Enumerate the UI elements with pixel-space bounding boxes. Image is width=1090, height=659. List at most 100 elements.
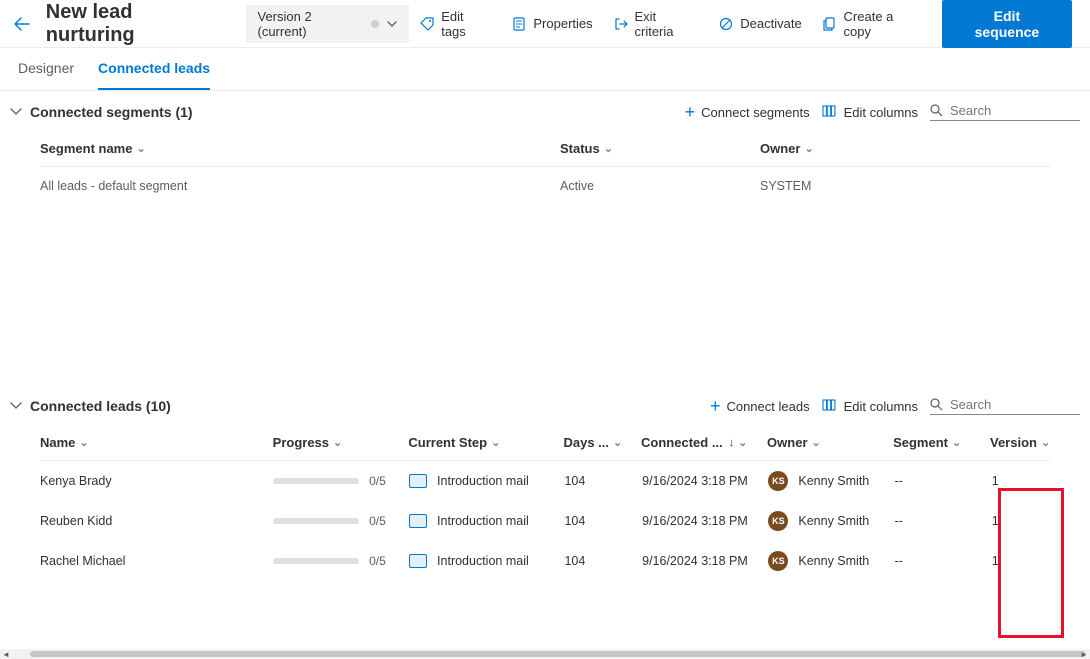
chevron-down-icon: ⌄ xyxy=(952,436,961,449)
col-version[interactable]: Version⌄ xyxy=(990,435,1050,450)
connect-segments-button[interactable]: + Connect segments xyxy=(685,103,810,121)
col-owner[interactable]: Owner⌄ xyxy=(760,141,960,156)
chevron-down-icon: ⌄ xyxy=(613,436,622,449)
col-owner[interactable]: Owner⌄ xyxy=(767,435,893,450)
mail-icon xyxy=(409,474,427,488)
col-name[interactable]: Name⌄ xyxy=(40,435,273,450)
col-segment[interactable]: Segment⌄ xyxy=(893,435,990,450)
progress-bar xyxy=(273,518,359,524)
edit-sequence-button[interactable]: Edit sequence xyxy=(942,0,1072,48)
sort-desc-icon: ↓ xyxy=(729,437,735,449)
document-icon xyxy=(511,16,527,32)
connect-leads-button[interactable]: + Connect leads xyxy=(710,397,810,415)
columns-icon xyxy=(822,104,838,120)
tag-icon xyxy=(419,16,435,32)
col-segment-name[interactable]: Segment name⌄ xyxy=(40,141,560,156)
copy-icon xyxy=(822,16,838,32)
col-progress[interactable]: Progress⌄ xyxy=(273,435,409,450)
table-row[interactable]: All leads - default segment Active SYSTE… xyxy=(40,167,1050,205)
table-row[interactable]: Reuben Kidd 0/5 Introduction mail 104 9/… xyxy=(40,501,1050,541)
cell-owner: KSKenny Smith xyxy=(768,471,894,491)
columns-icon xyxy=(822,398,838,414)
cell-owner: KSKenny Smith xyxy=(768,511,894,531)
leads-header: Connected leads (10) + Connect leads Edi… xyxy=(0,385,1090,425)
cell-connected: 9/16/2024 3:18 PM xyxy=(642,514,768,528)
chevron-down-icon: ⌄ xyxy=(333,436,342,449)
cell-name: Kenya Brady xyxy=(40,474,273,488)
chevron-down-icon: ⌄ xyxy=(136,142,145,155)
scroll-right-arrow-icon[interactable]: ► xyxy=(1078,649,1090,659)
arrow-left-icon xyxy=(14,16,30,32)
segments-search-input[interactable] xyxy=(950,103,1070,118)
cell-segment: -- xyxy=(895,514,992,528)
segments-table: Segment name⌄ Status⌄ Owner⌄ All leads -… xyxy=(0,131,1090,205)
deactivate-button[interactable]: Deactivate xyxy=(708,10,811,38)
exit-icon xyxy=(613,16,629,32)
segments-search[interactable] xyxy=(930,103,1080,121)
segments-title: Connected segments (1) xyxy=(30,104,193,120)
leads-search-input[interactable] xyxy=(950,397,1070,412)
cell-version: 1 xyxy=(992,514,1050,528)
search-icon xyxy=(930,398,944,412)
version-label: Version 2 (current) xyxy=(258,9,364,39)
back-button[interactable] xyxy=(8,10,36,38)
col-status[interactable]: Status⌄ xyxy=(560,141,760,156)
tab-designer[interactable]: Designer xyxy=(18,48,74,90)
cell-days: 104 xyxy=(564,474,642,488)
leads-search[interactable] xyxy=(930,397,1080,415)
cell-step: Introduction mail xyxy=(409,474,564,488)
cell-segment: -- xyxy=(895,474,992,488)
chevron-down-icon xyxy=(387,21,397,27)
avatar-icon: KS xyxy=(768,511,788,531)
plus-icon: + xyxy=(685,103,696,121)
horizontal-scrollbar[interactable]: ◄ ► xyxy=(0,649,1090,659)
mail-icon xyxy=(409,554,427,568)
cell-version: 1 xyxy=(992,554,1050,568)
col-days[interactable]: Days ...⌄ xyxy=(563,435,641,450)
cell-segment: -- xyxy=(895,554,992,568)
cell-step: Introduction mail xyxy=(409,514,564,528)
version-dropdown[interactable]: Version 2 (current) xyxy=(246,5,410,43)
cell-days: 104 xyxy=(564,554,642,568)
chevron-down-icon: ⌄ xyxy=(604,142,613,155)
avatar-icon: KS xyxy=(768,551,788,571)
cell-name: Rachel Michael xyxy=(40,554,273,568)
cell-connected: 9/16/2024 3:18 PM xyxy=(642,474,768,488)
create-copy-button[interactable]: Create a copy xyxy=(812,3,934,45)
col-current-step[interactable]: Current Step⌄ xyxy=(408,435,563,450)
edit-tags-button[interactable]: Edit tags xyxy=(409,3,501,45)
version-status-dot-icon xyxy=(371,20,379,28)
cell-owner: KSKenny Smith xyxy=(768,551,894,571)
cell-version: 1 xyxy=(992,474,1050,488)
cell-connected: 9/16/2024 3:18 PM xyxy=(642,554,768,568)
page-title: New lead nurturing xyxy=(46,1,226,47)
plus-icon: + xyxy=(710,397,721,415)
exit-criteria-button[interactable]: Exit criteria xyxy=(603,3,709,45)
properties-button[interactable]: Properties xyxy=(501,10,602,38)
edit-columns-button[interactable]: Edit columns xyxy=(822,104,918,120)
tab-connected-leads[interactable]: Connected leads xyxy=(98,48,210,90)
tab-bar: Designer Connected leads xyxy=(0,48,1090,91)
edit-columns-button[interactable]: Edit columns xyxy=(822,398,918,414)
table-row[interactable]: Rachel Michael 0/5 Introduction mail 104… xyxy=(40,541,1050,581)
segments-header: Connected segments (1) + Connect segment… xyxy=(0,91,1090,131)
leads-title: Connected leads (10) xyxy=(30,398,171,414)
chevron-down-icon: ⌄ xyxy=(738,436,747,449)
search-icon xyxy=(930,104,944,118)
command-bar: New lead nurturing Version 2 (current) E… xyxy=(0,0,1090,48)
chevron-down-icon[interactable] xyxy=(10,108,26,116)
table-row[interactable]: Kenya Brady 0/5 Introduction mail 104 9/… xyxy=(40,461,1050,501)
progress-bar xyxy=(273,558,359,564)
scrollbar-thumb[interactable] xyxy=(30,651,1086,657)
progress-bar xyxy=(273,478,359,484)
leads-table: Name⌄ Progress⌄ Current Step⌄ Days ...⌄ … xyxy=(0,425,1090,581)
cell-step: Introduction mail xyxy=(409,554,564,568)
deactivate-icon xyxy=(718,16,734,32)
chevron-down-icon: ⌄ xyxy=(491,436,500,449)
chevron-down-icon[interactable] xyxy=(10,402,26,410)
scroll-left-arrow-icon[interactable]: ◄ xyxy=(0,649,12,659)
cell-days: 104 xyxy=(564,514,642,528)
col-connected[interactable]: Connected ...↓⌄ xyxy=(641,435,767,450)
cell-progress: 0/5 xyxy=(273,554,409,568)
cell-name: Reuben Kidd xyxy=(40,514,273,528)
